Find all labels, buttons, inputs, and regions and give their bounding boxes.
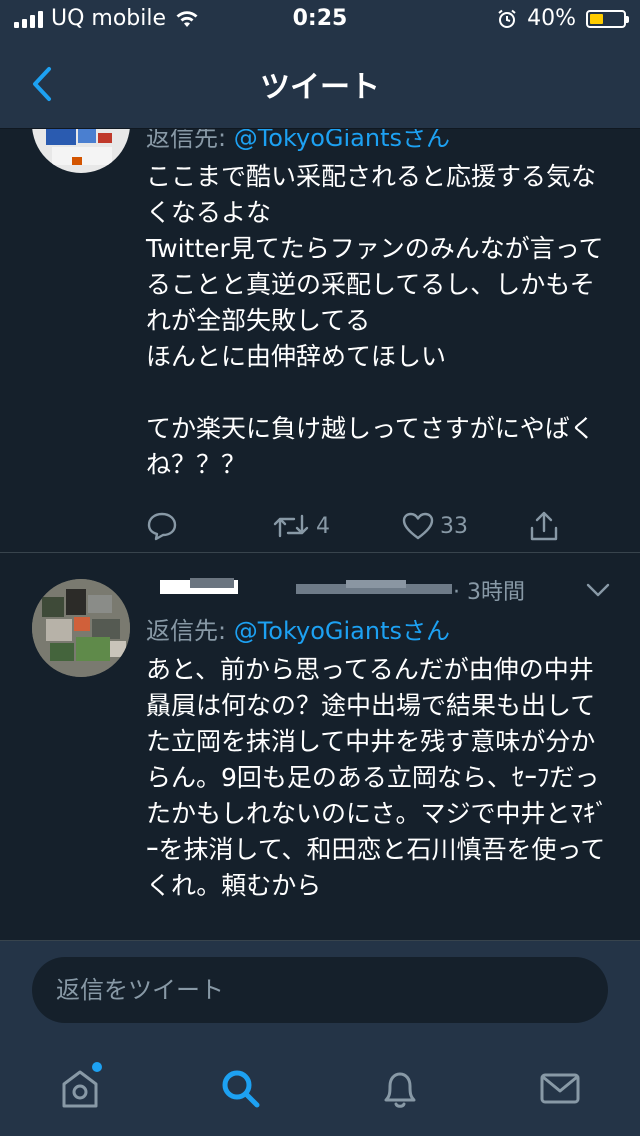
tweet[interactable]: · 3時間 返信先: @TokyoGiantsさん あと、前から思ってるんだが由… [0, 553, 640, 940]
reply-button[interactable] [146, 506, 184, 546]
tweet-text: あと、前から思ってるんだが由伸の中井贔屓は何なの？途中出場で結果も出してた立岡を… [146, 655, 609, 900]
messages-icon [540, 1073, 580, 1104]
tweet-timestamp: · 3時間 [453, 580, 525, 605]
battery-icon [586, 9, 629, 28]
search-icon [222, 1070, 260, 1108]
home-icon [62, 1070, 98, 1108]
tab-notifications[interactable] [376, 1064, 424, 1112]
reply-to-line: 返信先: @TokyoGiantsさん [146, 129, 616, 155]
new-content-dot [92, 1062, 102, 1072]
author-name-redacted [190, 578, 234, 588]
tweet[interactable]: 返信先: @TokyoGiantsさん ここまで酷い采配されると応援する気なくな… [0, 129, 640, 553]
share-button[interactable] [528, 506, 560, 546]
battery-level-fill [590, 13, 603, 24]
tab-home[interactable] [56, 1062, 104, 1112]
tweet-text: ここまで酷い采配されると応援する気なくなるよな Twitter見てたらファンのみ… [146, 162, 604, 479]
share-icon [530, 511, 558, 541]
tab-bar [0, 1040, 640, 1136]
mention-link[interactable]: @TokyoGiantsさん [234, 129, 450, 152]
reply-to-line: 返信先: @TokyoGiantsさん [146, 614, 616, 648]
tweet-body: 返信先: @TokyoGiantsさん あと、前から思ってるんだが由伸の中井贔屓… [146, 614, 616, 904]
retweet-button[interactable]: 4 [272, 506, 330, 546]
mention-link[interactable]: @TokyoGiantsさん [234, 617, 450, 645]
reply-icon [147, 512, 177, 541]
battery-percent: 40% [527, 6, 576, 31]
status-bar: UQ mobile 0:25 40% [0, 0, 640, 40]
tweet-timeline[interactable]: 返信先: @TokyoGiantsさん ここまで酷い采配されると応援する気なくな… [0, 129, 640, 940]
tweet-actions: 4 33 [146, 506, 616, 546]
retweet-icon [273, 514, 309, 538]
reply-compose-bar: 返信をツイート [0, 940, 640, 1041]
retweet-count: 4 [316, 513, 330, 539]
notifications-icon [384, 1072, 416, 1108]
avatar[interactable] [32, 129, 130, 173]
reply-to-prefix: 返信先: [146, 617, 234, 645]
tweet-header: · 3時間 [146, 574, 616, 606]
navigation-bar: ツイート [0, 40, 640, 129]
tweet-body: 返信先: @TokyoGiantsさん ここまで酷い采配されると応援する気なくな… [146, 129, 616, 483]
reply-to-prefix: 返信先: [146, 129, 234, 152]
page-title: ツイート [260, 70, 380, 105]
tab-messages[interactable] [536, 1064, 584, 1112]
like-button[interactable]: 33 [402, 506, 468, 546]
chevron-down-icon[interactable] [586, 582, 610, 598]
like-count: 33 [440, 513, 468, 539]
status-right-group: 40% [497, 6, 629, 31]
alarm-icon [498, 9, 516, 28]
author-handle-redacted [346, 580, 406, 588]
heart-icon [402, 512, 434, 540]
tab-search[interactable] [216, 1064, 264, 1112]
avatar[interactable] [32, 579, 130, 677]
reply-input[interactable]: 返信をツイート [32, 957, 608, 1023]
